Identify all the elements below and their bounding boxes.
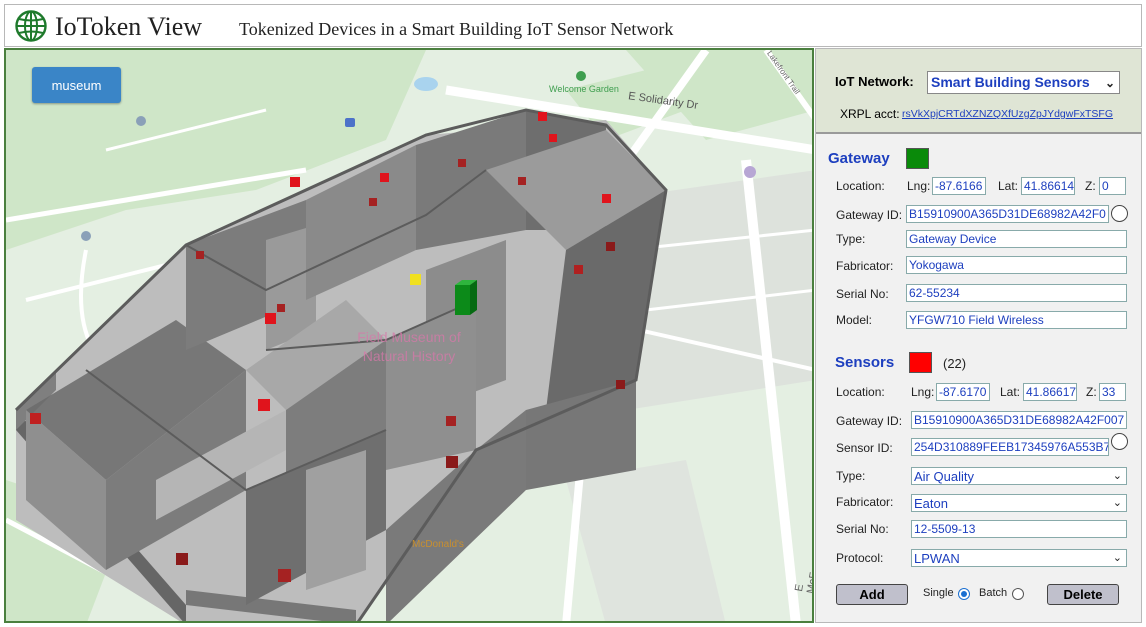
gw-z-field[interactable]: 0: [1099, 177, 1126, 195]
sn-protocol-value: LPWAN: [914, 551, 960, 566]
sn-lat-label: Lat:: [1000, 385, 1021, 399]
gw-lng-label: Lng:: [907, 179, 931, 193]
sensor-count: (22): [943, 356, 967, 371]
sn-serial-field[interactable]: 12-5509-13: [911, 520, 1127, 538]
gw-id-label: Gateway ID:: [836, 208, 903, 222]
gw-id-copy-button[interactable]: [1111, 205, 1128, 222]
device-panel: IoT Network: Smart Building Sensors ⌄ XR…: [815, 48, 1142, 623]
gw-location-label: Location:: [836, 179, 885, 193]
gw-serial-label: Serial No:: [836, 287, 889, 301]
app-header: IoToken View Tokenized Devices in a Smar…: [4, 4, 1142, 47]
gw-fab-label: Fabricator:: [836, 259, 894, 273]
gateway-title: Gateway: [828, 150, 890, 167]
single-radio-label: Single: [923, 587, 954, 599]
gw-id-field[interactable]: B15910900A365D31DE68982A42F0: [906, 205, 1109, 223]
sn-serial-label: Serial No:: [836, 522, 889, 536]
sn-protocol-select[interactable]: LPWAN ⌄: [911, 549, 1127, 567]
gw-model-label: Model:: [836, 313, 873, 327]
chevron-down-icon: ⌄: [1104, 76, 1115, 90]
chevron-down-icon: ⌄: [1112, 552, 1122, 564]
sn-id-field[interactable]: 254D310889FEEB17345976A553B7: [911, 438, 1109, 456]
sn-id-label: Sensor ID:: [836, 441, 893, 455]
chevron-down-icon: ⌄: [1112, 470, 1122, 482]
sn-location-label: Location:: [836, 385, 885, 399]
gateway-marker: [455, 285, 470, 315]
gw-z-label: Z:: [1085, 179, 1096, 193]
network-label: IoT Network:: [835, 74, 914, 89]
sn-lng-field[interactable]: -87.6170: [936, 383, 990, 401]
sensors-title: Sensors: [835, 354, 895, 371]
app-subtitle: Tokenized Devices in a Smart Building Io…: [239, 19, 674, 39]
sn-type-select[interactable]: Air Quality ⌄: [911, 467, 1127, 485]
sn-fab-label: Fabricator:: [836, 495, 894, 509]
gw-serial-field[interactable]: 62-55234: [906, 284, 1127, 302]
gw-model-field[interactable]: YFGW710 Field Wireless: [906, 311, 1127, 329]
add-button[interactable]: Add: [836, 584, 908, 605]
sn-z-label: Z:: [1086, 385, 1097, 399]
sn-id-copy-button[interactable]: [1111, 433, 1128, 450]
gw-type-label: Type:: [836, 232, 866, 246]
sn-lng-label: Lng:: [911, 385, 935, 399]
relay-marker: [410, 274, 421, 285]
sn-gw-label: Gateway ID:: [836, 414, 903, 428]
gw-lng-field[interactable]: -87.6166: [932, 177, 986, 195]
globe-icon: [15, 10, 47, 42]
app-title: IoToken View: [55, 12, 203, 41]
map-label-restaurant: McDonald's: [412, 539, 464, 550]
sn-type-value: Air Quality: [914, 469, 974, 484]
gw-fab-field[interactable]: Yokogawa: [906, 256, 1127, 274]
sn-gw-field[interactable]: B15910900A365D31DE68982A42F007: [911, 411, 1127, 429]
network-select[interactable]: Smart Building Sensors ⌄: [927, 71, 1120, 94]
acct-label: XRPL acct:: [840, 107, 900, 121]
map-label-welcome-garden: Welcome Garden: [549, 84, 619, 94]
sn-z-field[interactable]: 33: [1099, 383, 1126, 401]
sn-fab-value: Eaton: [914, 496, 948, 511]
acct-link[interactable]: rsVkXpjCRTdXZNZQXfUzgZpJYdgwFxTSFG: [902, 108, 1113, 120]
single-radio[interactable]: [958, 588, 970, 600]
network-box: IoT Network: Smart Building Sensors ⌄ XR…: [816, 49, 1141, 134]
sn-lat-field[interactable]: 41.86617: [1023, 383, 1077, 401]
chevron-down-icon: ⌄: [1112, 497, 1122, 509]
gateway-color-swatch[interactable]: [906, 148, 929, 169]
gw-lat-label: Lat:: [998, 179, 1019, 193]
gw-lat-field[interactable]: 41.86614: [1021, 177, 1075, 195]
delete-button[interactable]: Delete: [1047, 584, 1119, 605]
batch-radio-label: Batch: [979, 587, 1008, 599]
network-select-value: Smart Building Sensors: [931, 74, 1090, 90]
sn-protocol-label: Protocol:: [836, 551, 884, 565]
map-label-poi: Field Museum of Natural History: [357, 329, 461, 364]
batch-radio[interactable]: [1012, 588, 1024, 600]
sn-fab-select[interactable]: Eaton ⌄: [911, 494, 1127, 512]
map-label-side-street: E McF: [793, 571, 814, 595]
museum-button[interactable]: museum: [32, 67, 121, 103]
map-view[interactable]: museum Welcome Garden E Solidarity Dr La…: [4, 48, 814, 623]
gw-type-field[interactable]: Gateway Device: [906, 230, 1127, 248]
sensor-color-swatch[interactable]: [909, 352, 932, 373]
sn-type-label: Type:: [836, 469, 866, 483]
